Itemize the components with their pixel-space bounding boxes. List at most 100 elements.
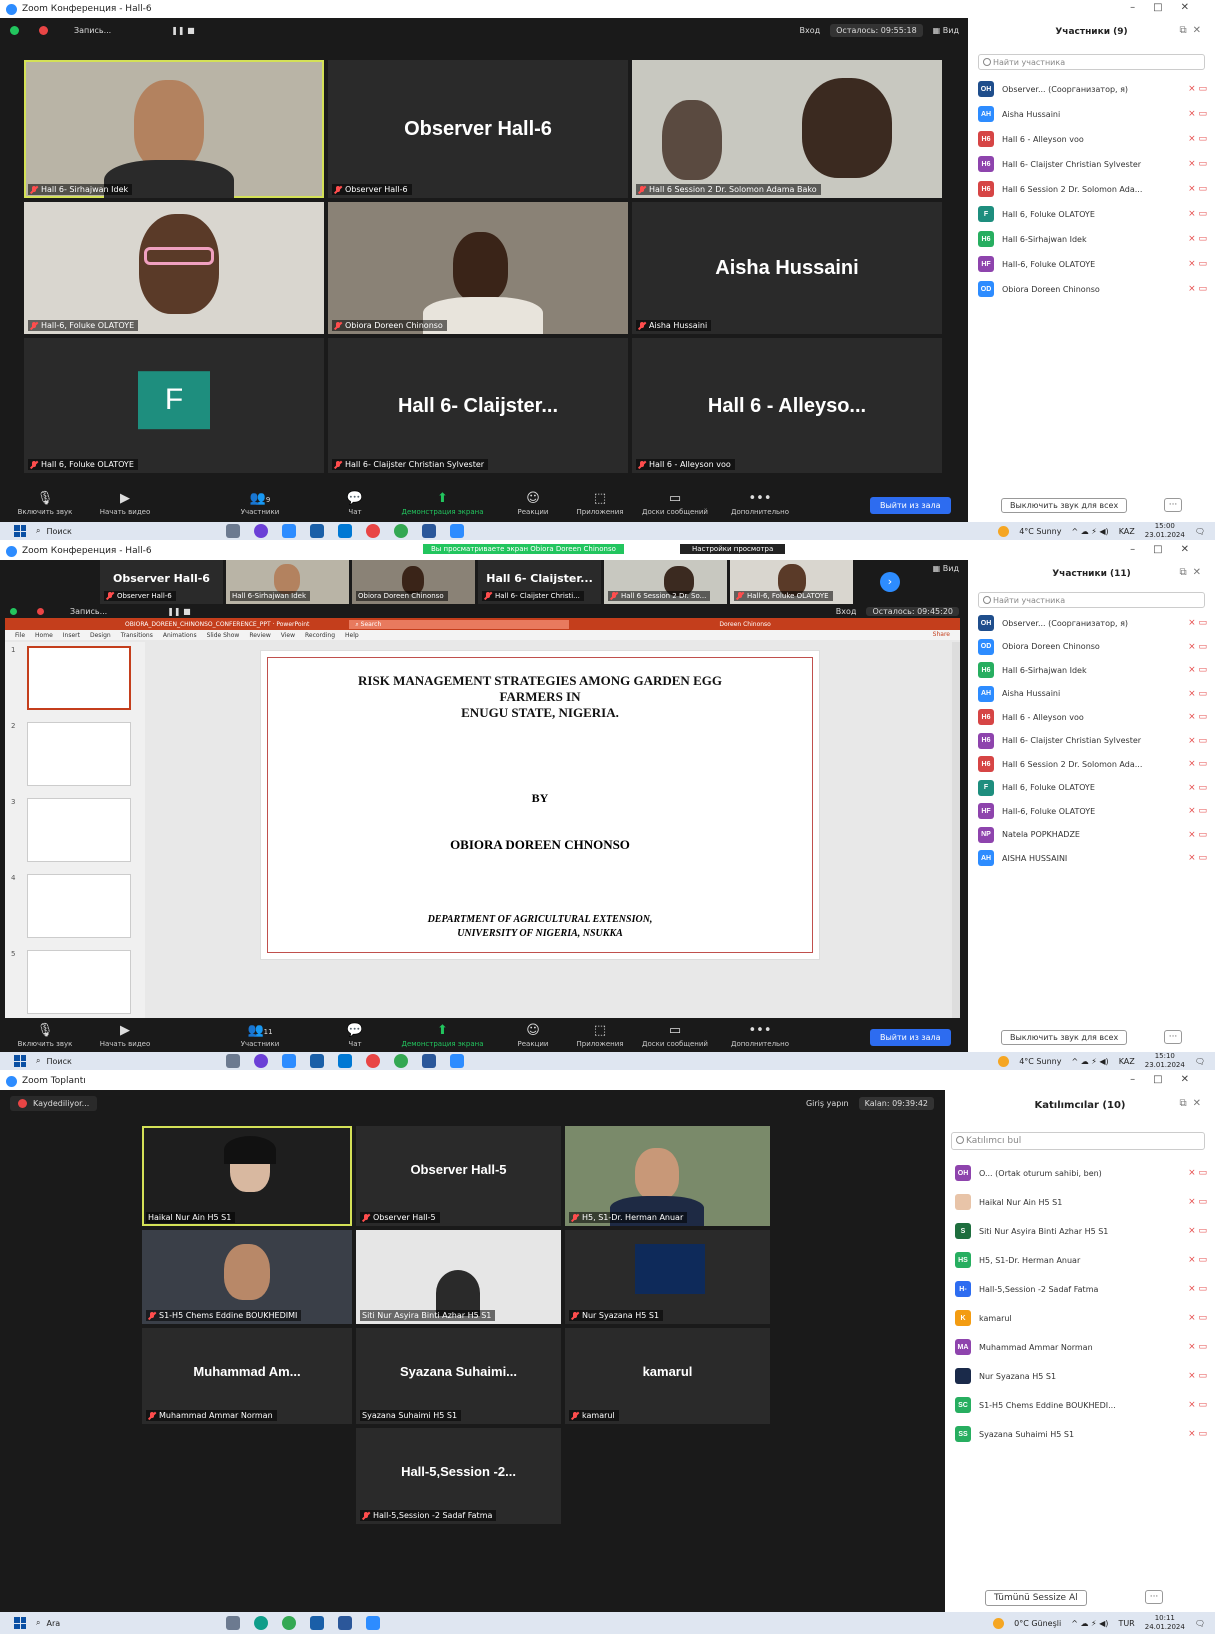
app-icon[interactable] (310, 1616, 324, 1630)
slide-thumbnail[interactable] (27, 646, 131, 710)
language-indicator[interactable]: KAZ (1119, 527, 1135, 536)
reactions-button[interactable]: ☺ Реакции (498, 1023, 568, 1048)
video-tile[interactable]: Muhammad Am... Muhammad Ammar Norman (142, 1328, 352, 1424)
tray-icons[interactable]: ^ ☁ ⚡ ◀) (1071, 527, 1108, 536)
view-button[interactable]: ▦ Вид (933, 26, 959, 35)
apps-button[interactable]: ⬚ Приложения (565, 491, 635, 516)
video-tile[interactable]: Haikal Nur Ain H5 S1 (142, 1126, 352, 1226)
ppt-menu-item[interactable]: Recording (305, 632, 335, 639)
video-tile[interactable]: Hall 6- Claijster... Hall 6- Claijster C… (328, 338, 628, 473)
video-tile[interactable]: Siti Nur Asyira Binti Azhar H5 S1 (356, 1230, 561, 1324)
participant-row[interactable]: H6 Hall 6-Sirhajwan Idek ⨯ ▭ (978, 228, 1207, 250)
participant-row[interactable]: H6 Hall 6 - Alleyson voo ⨯ ▭ (978, 128, 1207, 150)
ppt-menu-item[interactable]: File (15, 632, 25, 639)
enter-label[interactable]: Вход (836, 607, 857, 616)
slide-thumbnail[interactable] (27, 722, 131, 786)
video-tile[interactable]: Nur Syazana H5 S1 (565, 1230, 770, 1324)
whiteboards-button[interactable]: ▭ Доски сообщений (640, 491, 710, 516)
window-controls[interactable]: –□✕ (1130, 1074, 1207, 1085)
pause-recording-icon[interactable]: ❚❚ ■ (167, 607, 191, 616)
ppt-menu-item[interactable]: Help (345, 632, 359, 639)
participant-row[interactable]: AH Aisha Hussaini ⨯ ▭ (978, 683, 1207, 705)
panel-more-button[interactable]: ··· (1164, 1030, 1182, 1044)
notification-icon[interactable]: 🗨 (1195, 1619, 1205, 1628)
participant-row[interactable]: SS Syazana Suhaimi H5 S1 ⨯ ▭ (955, 1423, 1207, 1445)
participant-row[interactable]: Nur Syazana H5 S1 ⨯ ▭ (955, 1365, 1207, 1387)
video-tile[interactable]: Hall-5,Session -2... Hall-5,Session -2 S… (356, 1428, 561, 1524)
pause-recording-icon[interactable]: ❚❚ ■ (171, 26, 195, 35)
tray-icons[interactable]: ^ ☁ ⚡ ◀) (1071, 1619, 1108, 1628)
signin-button[interactable]: Giriş yapın (806, 1099, 849, 1108)
taskview-icon[interactable] (226, 524, 240, 538)
mute-all-button[interactable]: Выключить звук для всех (1001, 498, 1128, 513)
taskbar-search[interactable]: ⌕ Поиск (36, 1056, 186, 1066)
app-icon[interactable] (338, 1054, 352, 1068)
whiteboards-button[interactable]: ▭ Доски сообщений (640, 1023, 710, 1048)
more-button[interactable]: ••• Дополнительно (725, 1023, 795, 1048)
participant-row[interactable]: H6 Hall 6- Claijster Christian Sylvester ⨯… (978, 153, 1207, 175)
ppt-menu-item[interactable]: Slide Show (207, 632, 240, 639)
security-shield-icon[interactable] (10, 25, 19, 35)
app-icon[interactable] (282, 524, 296, 538)
participant-row[interactable]: OH O... (Ortak oturum sahibi, ben) ⨯ ▭ (955, 1162, 1207, 1184)
panel-popout-close-icons[interactable]: ⧉✕ (1179, 25, 1207, 36)
video-tile[interactable]: Observer Hall-6 Observer Hall-6 (328, 60, 628, 198)
participant-row[interactable]: Haikal Nur Ain H5 S1 ⨯ ▭ (955, 1191, 1207, 1213)
participant-row[interactable]: SC S1-H5 Chems Eddine BOUKHEDI... ⨯ ▭ (955, 1394, 1207, 1416)
taskbar-clock[interactable]: 15:10 23.01.2024 (1145, 1052, 1185, 1070)
notification-icon[interactable]: 🗨 (1195, 1057, 1205, 1066)
app-icon[interactable] (338, 524, 352, 538)
participant-row[interactable]: MA Muhammad Ammar Norman ⨯ ▭ (955, 1336, 1207, 1358)
reactions-button[interactable]: ☺ Реакции (498, 491, 568, 516)
start-video-button[interactable]: ▶ Начать видео (90, 491, 160, 516)
share-screen-button[interactable]: ⬆ Демонстрация экрана (395, 1023, 490, 1048)
participants-button[interactable]: 👥9 Участники (225, 491, 295, 516)
participant-row[interactable]: Kkamarul ⨯ ▭ (955, 1307, 1207, 1329)
app-icon[interactable] (254, 524, 268, 538)
view-options-button[interactable]: Настройки просмотра (680, 544, 786, 554)
strip-tile[interactable]: Hall 6- Claijster... Hall 6- Claijster C… (478, 560, 601, 604)
app-icon[interactable] (282, 1054, 296, 1068)
panel-more-button[interactable]: ··· (1145, 1590, 1163, 1604)
participant-search-input[interactable]: Найти участника (978, 54, 1205, 70)
chrome-icon[interactable] (366, 1054, 380, 1068)
participant-row[interactable]: OH Observer... (Соорганизатор, я) ⨯ ▭ (978, 78, 1207, 100)
strip-tile[interactable]: Hall-6, Foluke OLATOYE (730, 560, 853, 604)
ppt-menu-item[interactable]: Home (35, 632, 53, 639)
panel-popout-close-icons[interactable]: ⧉✕ (1179, 567, 1207, 578)
window-controls[interactable]: –□✕ (1130, 2, 1207, 13)
leave-room-button[interactable]: Выйти из зала (870, 1029, 951, 1046)
participant-row[interactable]: HS H5, S1-Dr. Herman Anuar ⨯ ▭ (955, 1249, 1207, 1271)
video-tile[interactable]: Hall 6- Sirhajwan Idek (24, 60, 324, 198)
participant-search-input[interactable]: Найти участника (978, 592, 1205, 608)
strip-tile[interactable]: Hall 6-Sirhajwan Idek (226, 560, 349, 604)
chrome-icon[interactable] (366, 524, 380, 538)
windows-start-icon[interactable] (14, 1055, 26, 1067)
taskview-icon[interactable] (226, 1616, 240, 1630)
apps-button[interactable]: ⬚ Приложения (565, 1023, 635, 1048)
slide-scrollbar[interactable] (952, 642, 960, 1018)
video-tile[interactable]: Syazana Suhaimi... Syazana Suhaimi H5 S1 (356, 1328, 561, 1424)
participant-row[interactable]: HF Hall-6, Foluke OLATOYE ⨯ ▭ (978, 800, 1207, 822)
language-indicator[interactable]: KAZ (1119, 1057, 1135, 1066)
taskbar-clock[interactable]: 15:00 23.01.2024 (1145, 522, 1185, 540)
word-icon[interactable] (422, 1054, 436, 1068)
zoom-icon[interactable] (450, 1054, 464, 1068)
participant-row[interactable]: H6 Hall 6 Session 2 Dr. Solomon Ada... ⨯ ▭ (978, 753, 1207, 775)
app-icon[interactable] (310, 524, 324, 538)
zoom-icon[interactable] (366, 1616, 380, 1630)
participant-row[interactable]: NP Natela POPKHADZE ⨯ ▭ (978, 824, 1207, 846)
leave-room-button[interactable]: Выйти из зала (870, 497, 951, 514)
view-button[interactable]: ▦ Вид (933, 564, 959, 573)
ppt-menu-item[interactable]: Design (90, 632, 111, 639)
language-indicator[interactable]: TUR (1118, 1619, 1134, 1628)
zoom-icon[interactable] (450, 524, 464, 538)
slide-thumbnail[interactable] (27, 798, 131, 862)
participant-row[interactable]: HF Hall-6, Foluke OLATOYE ⨯ ▭ (978, 253, 1207, 275)
strip-tile[interactable]: Obiora Doreen Chinonso (352, 560, 475, 604)
windows-start-icon[interactable] (14, 1617, 26, 1629)
taskbar-clock[interactable]: 10:11 24.01.2024 (1145, 1614, 1185, 1632)
chrome-icon[interactable] (282, 1616, 296, 1630)
strip-next-button[interactable]: › (880, 572, 900, 592)
participant-row[interactable]: AH Aisha Hussaini ⨯ ▭ (978, 103, 1207, 125)
